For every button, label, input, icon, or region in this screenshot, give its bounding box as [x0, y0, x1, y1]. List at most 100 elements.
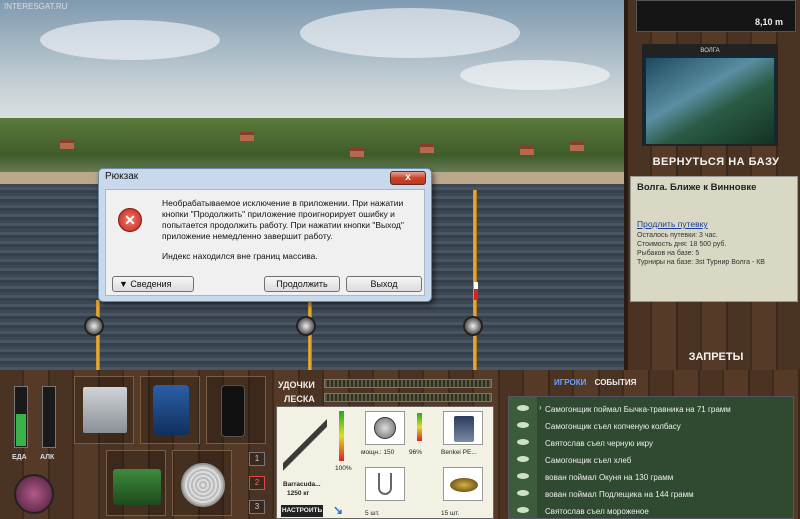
page-1[interactable]: 1 — [249, 452, 265, 466]
house — [240, 132, 254, 141]
list-item: вован поймал Окуня на 130 грамм — [545, 473, 674, 482]
inventory-slot-bag[interactable] — [140, 376, 200, 444]
rod-power-bar — [339, 411, 344, 461]
line-slot[interactable] — [443, 411, 483, 445]
phone-icon — [221, 385, 245, 437]
bait-slot[interactable] — [443, 467, 483, 501]
close-button[interactable]: x — [390, 171, 426, 185]
fish-icon — [517, 473, 529, 479]
chevron-icon: › — [539, 403, 542, 412]
keepnet-icon — [181, 463, 225, 507]
bottom-panel: ЕДА АЛК 1 2 3 УДОЧКИ ЛЕСКА Barracuda... … — [0, 370, 800, 519]
line-name: Benkei PE... — [441, 449, 477, 456]
reel-icon — [374, 417, 396, 439]
line-bar[interactable] — [324, 393, 492, 402]
exception-text: Необрабатываемое исключение в приложении… — [162, 198, 404, 241]
house — [350, 148, 364, 157]
event-icons-column — [509, 397, 537, 518]
configure-button[interactable]: НАСТРОИТЬ — [281, 505, 323, 517]
list-item: Самогонщик съел хлеб — [545, 456, 632, 465]
reel-2[interactable] — [296, 316, 316, 336]
list-item: Самогонщик съел копченую колбасу — [545, 422, 681, 431]
line-spool-icon — [454, 416, 474, 442]
bait-icon — [450, 478, 478, 492]
reel-bar — [417, 413, 422, 441]
tab-players[interactable]: ИГРОКИ — [554, 378, 586, 387]
reel-slot[interactable] — [365, 411, 405, 445]
fish-icon — [517, 456, 529, 462]
reel-power: мощн.: 150 — [361, 449, 395, 456]
line-label: ЛЕСКА — [284, 394, 315, 404]
cloud — [300, 8, 520, 58]
rods-label: УДОЧКИ — [278, 380, 315, 390]
permit-remaining: Осталось путевки: 3 час. — [637, 232, 718, 239]
exception-detail: Индекс находился вне границ массива. — [162, 251, 318, 261]
cloud — [40, 20, 220, 60]
page-2[interactable]: 2 — [249, 476, 265, 490]
fishing-scene[interactable]: INTERESGAT.RU Рюкзак x ✕ Необрабатываемо… — [0, 0, 628, 370]
house — [420, 144, 434, 153]
rod-name: Barracuda... — [283, 481, 321, 488]
alcohol-label: АЛК — [40, 454, 55, 461]
tacklebox-icon — [83, 387, 127, 433]
hook-slot[interactable] — [365, 467, 405, 501]
house — [520, 146, 534, 155]
arrow-down-right-icon[interactable]: ↘ — [333, 503, 343, 517]
reel-percent: 96% — [409, 449, 423, 456]
rod-3[interactable] — [473, 190, 477, 370]
list-item: Святослав съел мороженое — [545, 507, 649, 516]
map-title: ВОЛГА — [644, 46, 776, 56]
list-item: Самогонщик поймал Бычка-травника на 71 г… — [545, 405, 731, 414]
location-map-image — [646, 58, 774, 144]
anglers-count: Рыбаков на базе: 5 — [637, 250, 700, 257]
rods-bar[interactable] — [324, 379, 492, 388]
dialog-body: ✕ Необрабатываемое исключение в приложен… — [105, 189, 425, 296]
inventory-slot-box[interactable] — [106, 450, 166, 516]
location-map-card[interactable]: ВОЛГА — [642, 44, 778, 146]
watermark: INTERESGAT.RU — [4, 2, 68, 11]
bucket-icon[interactable] — [14, 474, 54, 514]
location-info: Волга. Ближе к Винновке Продлить путевку… — [630, 176, 798, 302]
error-dialog: Рюкзак x ✕ Необрабатываемое исключение в… — [98, 168, 432, 302]
tab-events[interactable]: СОБЫТИЯ — [595, 378, 637, 387]
events-panel: ИГРОКИ СОБЫТИЯ › Самогонщик поймал Бычка… — [502, 378, 794, 519]
inventory-slot-net[interactable] — [172, 450, 232, 516]
food-level — [16, 414, 26, 446]
bans-button[interactable]: ЗАПРЕТЫ — [636, 351, 796, 363]
return-to-base-button[interactable]: ВЕРНУТЬСЯ НА БАЗУ — [636, 156, 796, 168]
details-button[interactable]: ▼ Сведения — [112, 276, 194, 292]
fish-icon — [517, 490, 529, 496]
rod-power: 100% — [335, 465, 352, 472]
events-list: › Самогонщик поймал Бычка-травника на 71… — [508, 396, 794, 519]
page-3[interactable]: 3 — [249, 500, 265, 514]
error-icon: ✕ — [118, 208, 142, 232]
right-panel: 8,10 m ВОЛГА ВЕРНУТЬСЯ НА БАЗУ Волга. Бл… — [628, 0, 800, 370]
rod-icon — [283, 413, 327, 479]
events-tabs: ИГРОКИ СОБЫТИЯ — [554, 378, 642, 387]
backpack-icon — [153, 385, 189, 435]
hook-count: 5 шт. — [365, 510, 380, 517]
bait-count: 15 шт. — [441, 510, 460, 517]
reel-3[interactable] — [463, 316, 483, 336]
inventory-slot-tacklebox[interactable] — [74, 376, 134, 444]
cloud — [460, 60, 610, 90]
fish-icon — [517, 422, 529, 428]
dialog-message: Необрабатываемое исключение в приложении… — [162, 198, 420, 271]
bait-box-icon — [113, 469, 161, 505]
float-bobber — [474, 282, 478, 300]
alcohol-meter — [42, 386, 56, 448]
reel-1[interactable] — [84, 316, 104, 336]
extend-permit-link[interactable]: Продлить путевку — [637, 219, 791, 229]
fish-icon — [517, 405, 529, 411]
house — [570, 142, 584, 151]
inventory-slot-phone[interactable] — [206, 376, 266, 444]
fish-icon — [517, 439, 529, 445]
rod-weight: 1250 кг — [287, 490, 310, 497]
food-meter — [14, 386, 28, 448]
continue-button[interactable]: Продолжить — [264, 276, 340, 292]
fish-icon — [517, 507, 529, 513]
day-cost: Стоимость дня: 18 500 руб. — [637, 241, 727, 248]
depth-display: 8,10 m — [636, 0, 796, 32]
hook-icon — [378, 473, 392, 495]
exit-button[interactable]: Выход — [346, 276, 422, 292]
